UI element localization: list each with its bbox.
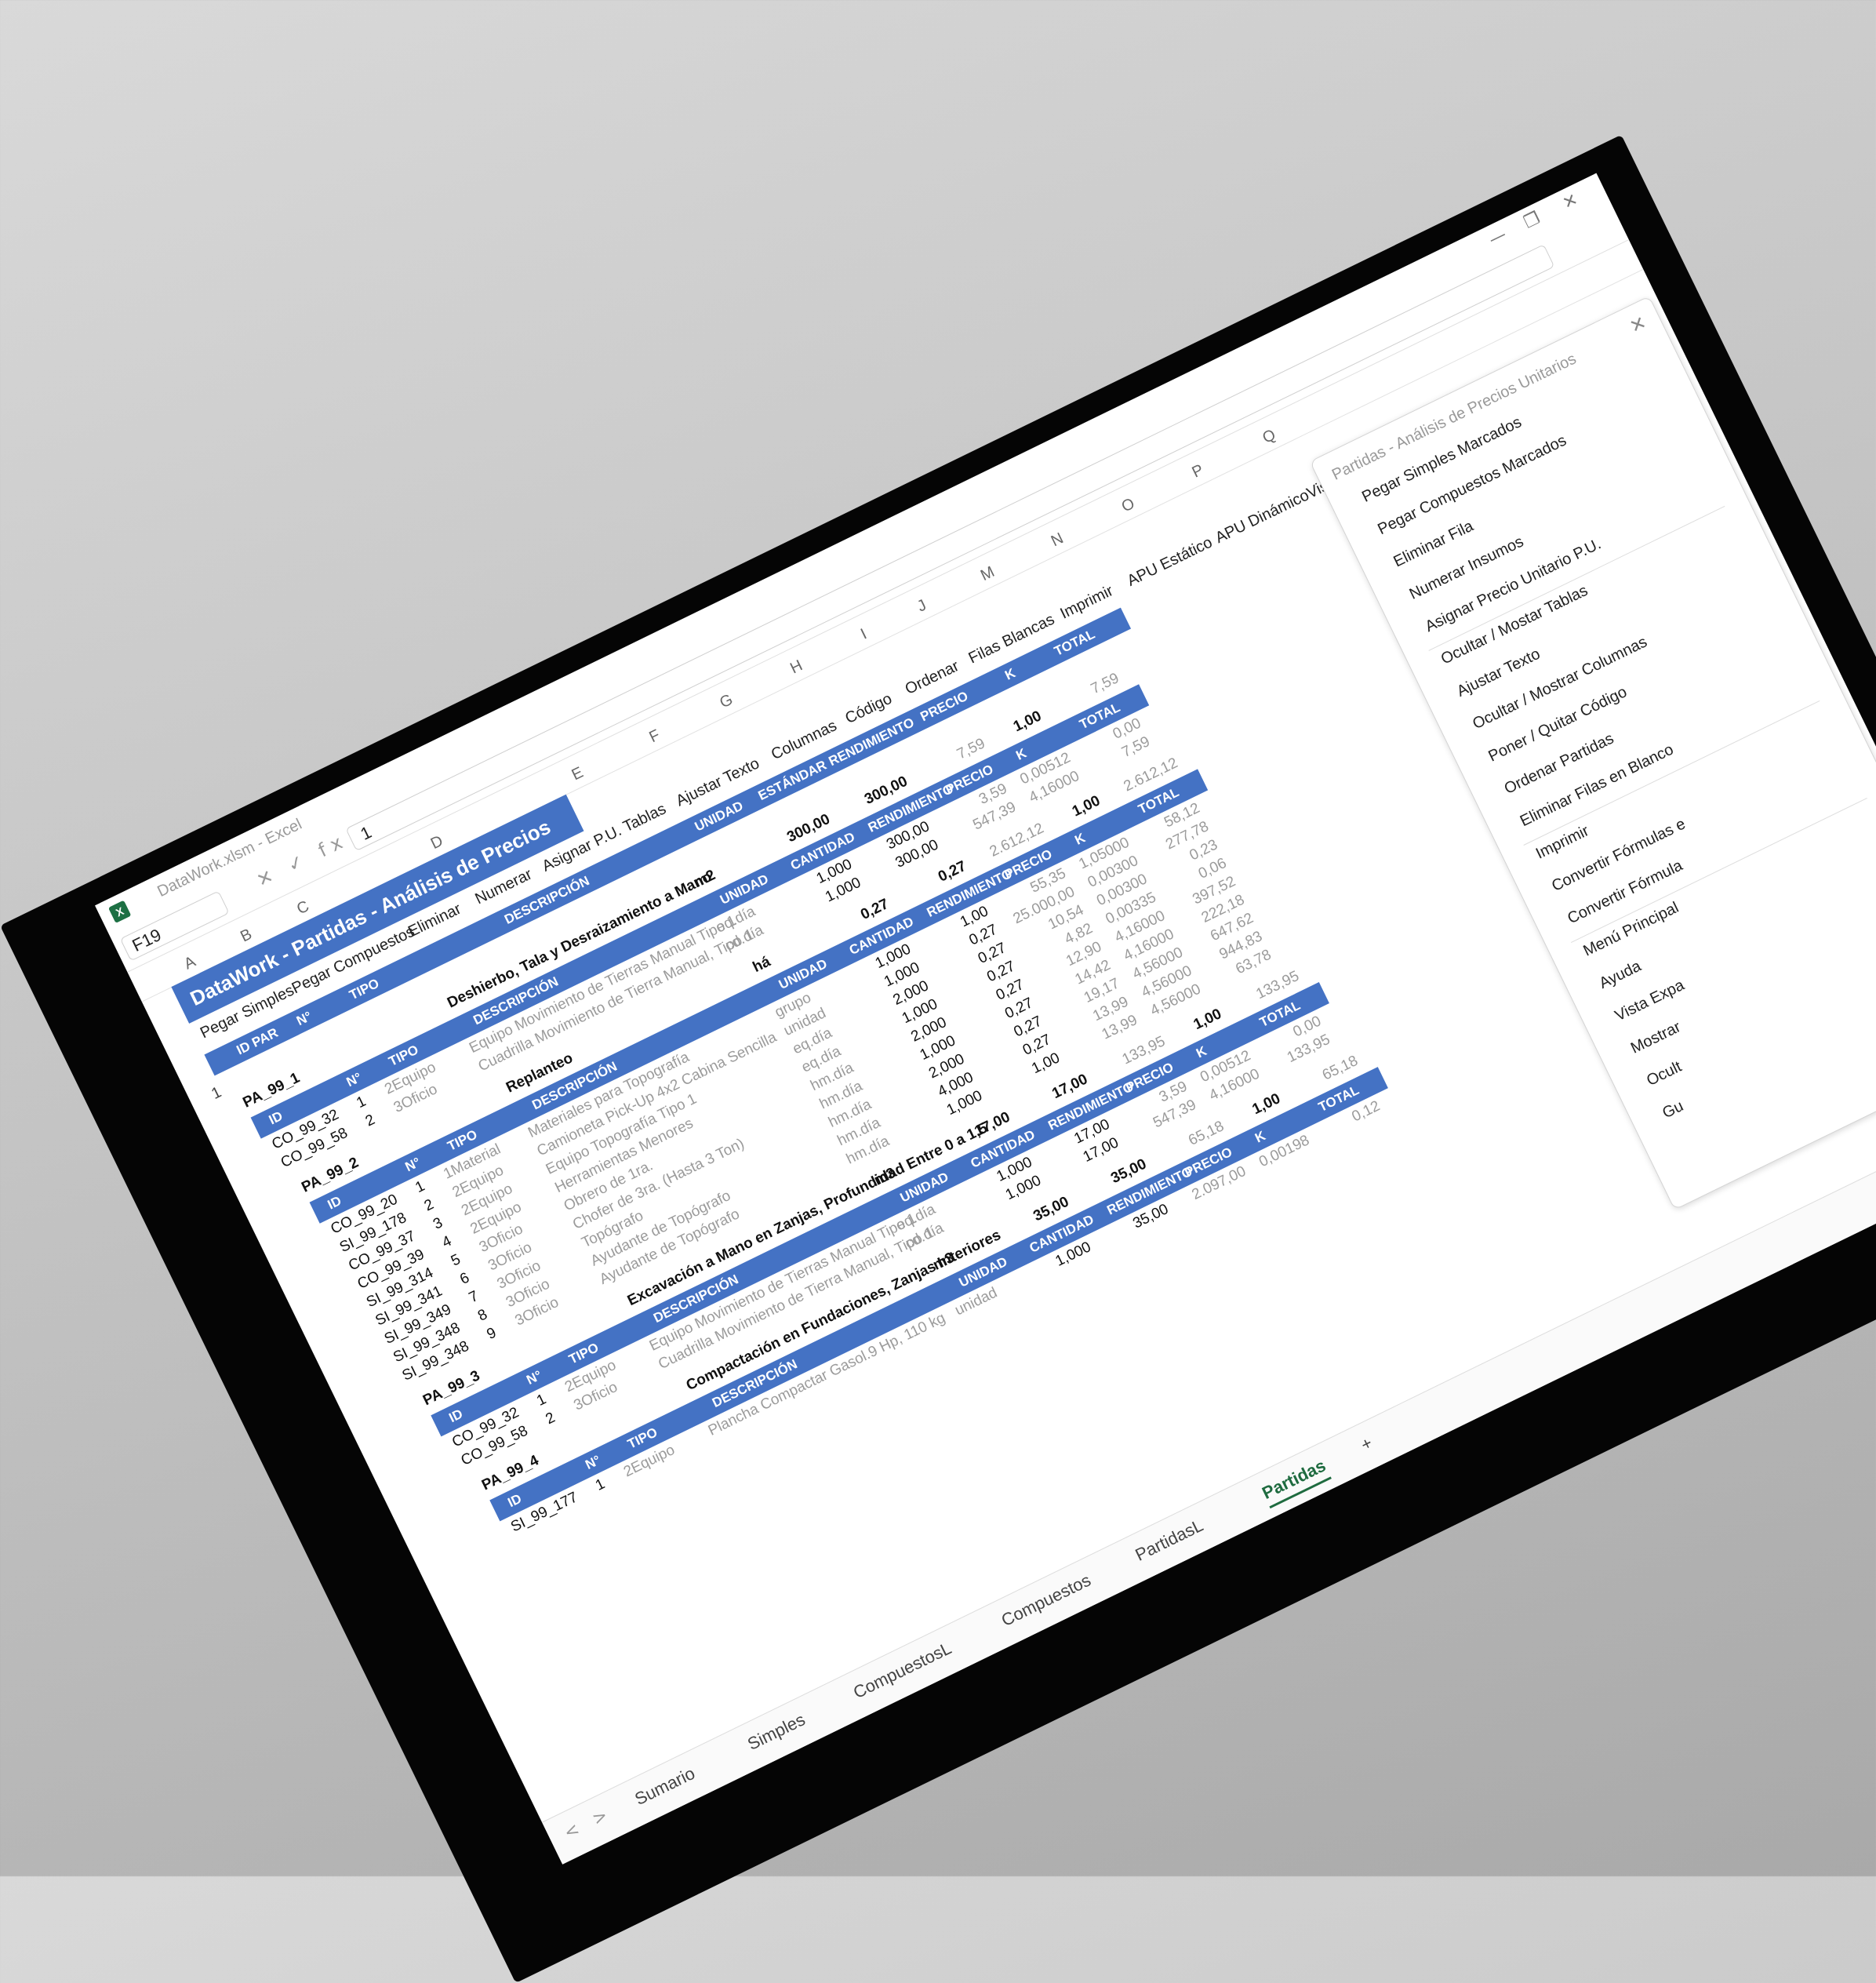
hdr-rendimiento: RENDIMIENTO — [826, 715, 917, 770]
col-f[interactable]: F — [646, 726, 663, 747]
insumo-n[interactable]: 4 — [440, 1233, 455, 1252]
insumo-n[interactable]: 5 — [449, 1251, 464, 1270]
panel-separator — [1570, 797, 1867, 943]
panel-item[interactable]: Mostrar — [1628, 1018, 1684, 1057]
col-o[interactable]: O — [1119, 495, 1138, 516]
col-e[interactable]: E — [569, 764, 587, 785]
insumo-n[interactable]: 1 — [413, 1178, 427, 1197]
hdr-estandar: ESTÁNDAR — [755, 757, 829, 804]
col-n[interactable]: N — [1049, 529, 1067, 551]
hdr-unidad: UNIDAD — [692, 798, 746, 835]
insumo-n[interactable]: 1 — [354, 1093, 369, 1112]
insumo-n[interactable]: 1 — [534, 1391, 549, 1410]
menu-apu-estatico[interactable]: APU Estático — [1125, 533, 1216, 590]
hdr-k: K — [1002, 665, 1018, 683]
col-p[interactable]: P — [1190, 461, 1207, 482]
hdr-tipo: TIPO — [347, 975, 382, 1003]
col-h[interactable]: H — [787, 657, 805, 678]
block-header-k: K — [1072, 830, 1088, 848]
block-header-n: N° — [344, 1069, 365, 1090]
add-sheet-icon[interactable]: + — [1358, 1433, 1376, 1456]
col-q[interactable]: Q — [1260, 426, 1278, 447]
col-i[interactable]: I — [858, 625, 870, 643]
col-d[interactable]: D — [428, 832, 446, 853]
block-header-id: ID — [505, 1490, 525, 1511]
tab-simples[interactable]: Simples — [744, 1709, 809, 1755]
hdr-total: TOTAL — [1052, 626, 1098, 659]
panel-item[interactable]: Ayuda — [1597, 958, 1645, 993]
side-panel: Partidas - Análisis de Precios Unitarios… — [1309, 295, 1876, 1210]
insumo-n[interactable]: 6 — [457, 1270, 472, 1289]
minimize-icon[interactable]: — — [1485, 225, 1510, 250]
block-header-unidad: UNIDAD — [717, 871, 771, 908]
insumo-n[interactable]: 1 — [593, 1475, 608, 1494]
block-header-n: N° — [583, 1452, 603, 1473]
col-b[interactable]: B — [238, 926, 255, 947]
tab-next-icon[interactable]: > — [589, 1806, 611, 1830]
panel-close-icon[interactable]: ✕ — [1626, 311, 1649, 338]
block-header-n: N° — [524, 1367, 544, 1388]
col-m[interactable]: M — [978, 563, 998, 585]
tab-prev-icon[interactable]: < — [561, 1819, 583, 1843]
panel-item[interactable]: Gu — [1660, 1097, 1686, 1122]
insumo-n[interactable]: 9 — [484, 1325, 499, 1344]
tab-sumario[interactable]: Sumario — [631, 1763, 698, 1810]
insumo-n[interactable]: 7 — [467, 1288, 482, 1307]
excel-icon: X — [107, 900, 132, 923]
insumo-n[interactable]: 2 — [422, 1196, 437, 1215]
block-header-id: ID — [446, 1406, 466, 1426]
partida-unit[interactable]: há — [751, 953, 774, 976]
restore-icon[interactable]: ❐ — [1521, 209, 1543, 233]
hdr-n: N° — [293, 1008, 314, 1029]
block-header-id: ID — [266, 1108, 285, 1128]
insumo-n[interactable]: 2 — [363, 1112, 378, 1130]
block-header-k: K — [1194, 1043, 1209, 1061]
col-g[interactable]: G — [717, 691, 736, 712]
panel-title: Partidas - Análisis de Precios Unitarios — [1329, 350, 1580, 484]
hdr-precio: PRECIO — [918, 688, 971, 725]
insumo-n[interactable]: 3 — [431, 1214, 445, 1233]
row-number[interactable]: 1 — [188, 1083, 224, 1113]
panel-item[interactable]: Convertir Fórmulas e — [1549, 815, 1689, 896]
col-a[interactable]: A — [181, 953, 198, 974]
block-header-n: N° — [402, 1154, 424, 1175]
monitor: X DataWork.xlsm - Excel — ❐ ✕ F19 ✕ ✓ fx… — [0, 134, 1876, 1983]
menu-apu-dinamico[interactable]: APU Dinámico — [1212, 486, 1312, 548]
insumo-n[interactable]: 2 — [543, 1410, 558, 1428]
col-c[interactable]: C — [294, 897, 312, 919]
block-header-unidad: UNIDAD — [776, 955, 830, 992]
close-icon[interactable]: ✕ — [1560, 190, 1582, 214]
block-header-id: ID — [325, 1193, 344, 1213]
insumo-n[interactable]: 8 — [475, 1306, 490, 1325]
block-header-k: K — [1252, 1128, 1268, 1146]
block-header-k: K — [1013, 745, 1029, 763]
panel-item[interactable]: Imprimir — [1533, 822, 1592, 863]
col-j[interactable]: J — [914, 596, 929, 616]
panel-item[interactable]: Ocult — [1644, 1058, 1685, 1090]
panel-item[interactable]: Poner / Quitar Código — [1485, 683, 1630, 766]
